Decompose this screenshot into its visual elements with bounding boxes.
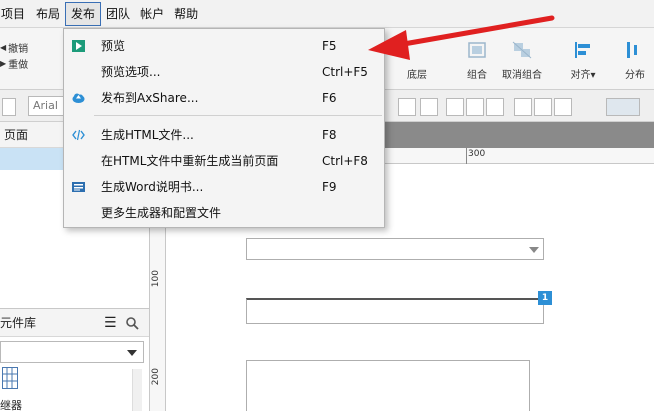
menu-separator bbox=[94, 115, 382, 116]
ruler-left-label-100: 100 bbox=[151, 270, 161, 288]
library-panel-header: 元件库 ☰ bbox=[0, 309, 149, 337]
repeater-icon[interactable] bbox=[2, 367, 18, 389]
menu-layout[interactable]: 布局 bbox=[30, 2, 65, 26]
ungroup-button[interactable]: 取消组合 bbox=[495, 34, 549, 81]
fill-color-select[interactable] bbox=[606, 98, 640, 116]
valign-middle-button[interactable] bbox=[534, 98, 552, 116]
menu-item-label: 发布到AxShare... bbox=[101, 91, 199, 105]
menu-help[interactable]: 帮助 bbox=[169, 2, 203, 26]
menu-team[interactable]: 团队 bbox=[101, 2, 135, 26]
menu-item-label: 生成Word说明书... bbox=[101, 180, 204, 194]
code-icon bbox=[72, 129, 85, 141]
menu-item-generate-html[interactable]: 生成HTML文件... F8 bbox=[64, 122, 384, 148]
menu-item-preview[interactable]: 预览 F5 bbox=[64, 33, 384, 59]
undo-label: 撤销 bbox=[8, 44, 29, 55]
font-family-select[interactable]: Arial bbox=[28, 96, 68, 116]
menu-item-shortcut: F6 bbox=[322, 91, 337, 105]
menu-item-shortcut: F9 bbox=[322, 180, 337, 194]
menu-item-label: 预览 bbox=[101, 39, 126, 53]
menu-item-label: 生成HTML文件... bbox=[101, 128, 194, 142]
menu-lines-icon[interactable]: ☰ bbox=[104, 309, 117, 337]
menu-item-publish-axshare[interactable]: 发布到AxShare... F6 bbox=[64, 85, 384, 111]
align-left-button[interactable] bbox=[446, 98, 464, 116]
menu-item-shortcut: Ctrl+F8 bbox=[322, 154, 368, 168]
distribute-button[interactable]: 分布 bbox=[616, 34, 654, 81]
align-right-button[interactable] bbox=[486, 98, 504, 116]
redo-button[interactable]: ▶ 重做 bbox=[0, 56, 28, 71]
footnote-badge[interactable]: 1 bbox=[538, 291, 552, 305]
redo-label: 重做 bbox=[8, 60, 29, 71]
group-icon bbox=[468, 42, 486, 58]
undo-button[interactable]: ◀ 撤销 bbox=[0, 40, 28, 55]
align-button[interactable]: 对齐▾ bbox=[558, 34, 608, 81]
undo-icon: ◀ bbox=[0, 43, 7, 52]
text-field-widget[interactable] bbox=[246, 298, 544, 324]
menu-item-label: 在HTML文件中重新生成当前页面 bbox=[101, 154, 279, 168]
menu-publish[interactable]: 发布 bbox=[65, 1, 102, 26]
app-window: 项目 布局 发布 团队 帐户 帮助 ◀ 撤销 ▶ 重做 底层 组合 取消组合 对… bbox=[0, 0, 654, 411]
menu-item-preview-options[interactable]: 预览选项... Ctrl+F5 bbox=[64, 59, 384, 85]
distribute-label: 分布 bbox=[625, 70, 645, 81]
numbered-list-button[interactable] bbox=[420, 98, 438, 116]
bottom-layer-label: 底层 bbox=[407, 70, 427, 81]
menu-item-label: 更多生成器和配置文件 bbox=[101, 206, 222, 220]
bottom-layer-icon bbox=[406, 40, 428, 60]
bullet-list-button[interactable] bbox=[398, 98, 416, 116]
valign-top-button[interactable] bbox=[514, 98, 532, 116]
library-select[interactable] bbox=[0, 341, 144, 363]
menu-account[interactable]: 帐户 bbox=[135, 2, 169, 26]
menu-item-regenerate-page[interactable]: 在HTML文件中重新生成当前页面 Ctrl+F8 bbox=[64, 148, 384, 174]
menu-item-generate-word[interactable]: 生成Word说明书... F9 bbox=[64, 174, 384, 200]
menu-item-shortcut: Ctrl+F5 bbox=[322, 65, 368, 79]
ungroup-icon bbox=[512, 41, 532, 59]
align-label: 对齐▾ bbox=[570, 70, 596, 81]
word-doc-icon bbox=[72, 182, 85, 192]
cloud-upload-icon bbox=[72, 93, 85, 103]
valign-bottom-button[interactable] bbox=[554, 98, 572, 116]
menu-item-shortcut: F8 bbox=[322, 128, 337, 142]
menu-item-label: 预览选项... bbox=[101, 65, 161, 79]
play-icon bbox=[72, 40, 85, 52]
redo-icon: ▶ bbox=[0, 59, 7, 68]
publish-menu: 预览 F5 预览选项... Ctrl+F5 发布到AxShare... F6 生… bbox=[63, 28, 385, 228]
chevron-down-icon bbox=[529, 247, 539, 253]
library-panel: 元件库 ☰ 继器 bbox=[0, 308, 150, 411]
library-panel-title: 元件库 bbox=[0, 316, 37, 330]
library-item-label: 继器 bbox=[0, 399, 22, 411]
ruler-tick bbox=[466, 148, 467, 164]
library-scrollbar[interactable] bbox=[132, 369, 142, 411]
distribute-icon bbox=[627, 42, 637, 58]
chevron-down-icon bbox=[127, 350, 137, 356]
menu-project[interactable]: 项目 bbox=[0, 2, 30, 26]
ruler-left-label-200: 200 bbox=[151, 368, 161, 386]
ungroup-label: 取消组合 bbox=[502, 70, 542, 81]
menubar: 项目 布局 发布 团队 帐户 帮助 bbox=[0, 0, 654, 28]
align-icon bbox=[575, 42, 590, 58]
textarea-widget[interactable] bbox=[246, 360, 530, 411]
menu-item-shortcut: F5 bbox=[322, 39, 337, 53]
align-center-button[interactable] bbox=[466, 98, 484, 116]
style-icon[interactable] bbox=[2, 98, 16, 116]
dropdown-widget[interactable] bbox=[246, 238, 544, 260]
ruler-top-label: 300 bbox=[468, 149, 486, 159]
search-icon[interactable] bbox=[126, 317, 139, 330]
bottom-layer-button[interactable]: 底层 bbox=[392, 34, 442, 81]
menu-item-more-generators[interactable]: 更多生成器和配置文件 bbox=[64, 200, 384, 226]
